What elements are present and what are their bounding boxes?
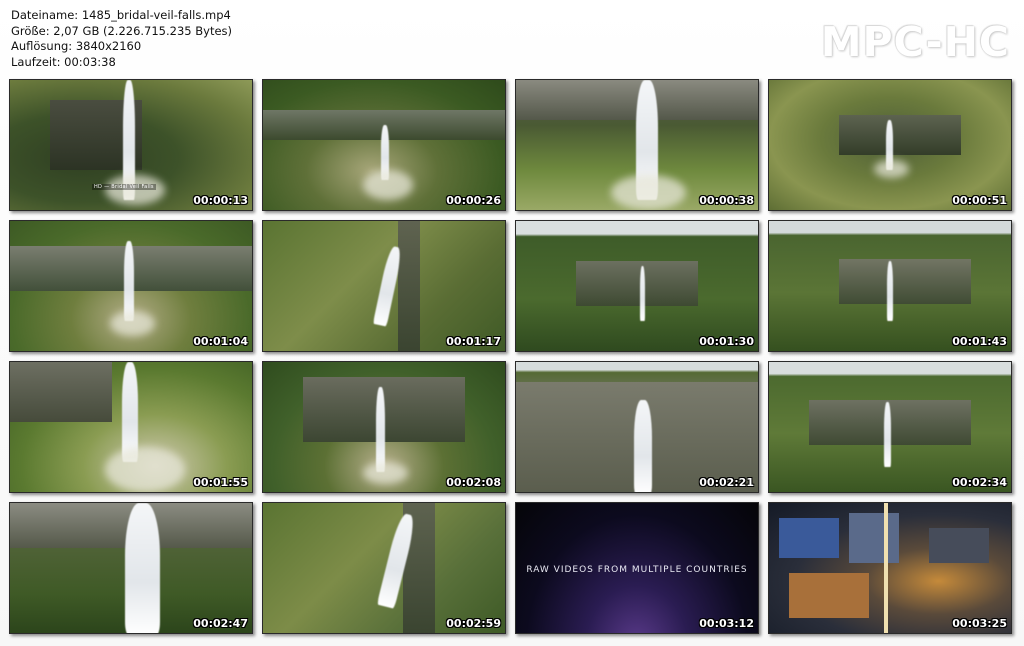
- timestamp: 00:01:17: [446, 335, 501, 348]
- thumbnail-image: [516, 362, 758, 492]
- thumbnail-4[interactable]: 00:01:04: [9, 220, 253, 352]
- thumbnail-image: [516, 221, 758, 351]
- thumbnail-9[interactable]: 00:02:08: [262, 361, 506, 493]
- thumbnail-15[interactable]: 00:03:25: [768, 502, 1012, 634]
- thumbnail-5[interactable]: 00:01:17: [262, 220, 506, 352]
- thumbnail-image: [769, 80, 1011, 210]
- thumbnail-2[interactable]: 00:00:38: [515, 79, 759, 211]
- mpc-hc-logo: MPC-HC: [820, 18, 1010, 66]
- thumbnail-14[interactable]: RAW VIDEOS FROM MULTIPLE COUNTRIES 00:03…: [515, 502, 759, 634]
- thumbnail-12[interactable]: 00:02:47: [9, 502, 253, 634]
- thumbnail-8[interactable]: 00:01:55: [9, 361, 253, 493]
- thumbnail-image: RAW VIDEOS FROM MULTIPLE COUNTRIES: [516, 503, 758, 633]
- timestamp: 00:00:13: [193, 194, 248, 207]
- timestamp: 00:02:08: [446, 476, 501, 489]
- timestamp: 00:01:55: [193, 476, 248, 489]
- thumbnail-6[interactable]: 00:01:30: [515, 220, 759, 352]
- timestamp: 00:01:43: [952, 335, 1007, 348]
- timestamp: 00:00:38: [699, 194, 754, 207]
- filesize-text: Größe: 2,07 GB (2.226.715.235 Bytes): [11, 23, 233, 38]
- timestamp: 00:02:47: [193, 617, 248, 630]
- thumbnail-3[interactable]: 00:00:51: [768, 79, 1012, 211]
- thumbnail-image: [10, 221, 252, 351]
- thumbnail-11[interactable]: 00:02:34: [768, 361, 1012, 493]
- timestamp: 00:02:34: [952, 476, 1007, 489]
- thumbnail-image: [263, 221, 505, 351]
- thumbnail-image: [516, 80, 758, 210]
- thumbnail-image: [769, 503, 1011, 633]
- thumbnail-image: [769, 221, 1011, 351]
- thumbnail-image: [263, 503, 505, 633]
- timestamp: 00:02:21: [699, 476, 754, 489]
- timestamp: 00:00:51: [952, 194, 1007, 207]
- thumbnail-image: [263, 80, 505, 210]
- thumbnail-image: [10, 362, 252, 492]
- thumbnail-13[interactable]: 00:02:59: [262, 502, 506, 634]
- resolution-text: Auflösung: 3840x2160: [11, 39, 142, 54]
- thumbnail-image: [769, 362, 1011, 492]
- thumbnail-10[interactable]: 00:02:21: [515, 361, 759, 493]
- timestamp: 00:03:25: [952, 617, 1007, 630]
- thumbnail-image: [263, 362, 505, 492]
- title-card-caption: RAW VIDEOS FROM MULTIPLE COUNTRIES: [526, 565, 748, 575]
- thumbnail-1[interactable]: 00:00:26: [262, 79, 506, 211]
- timestamp: 00:01:04: [193, 335, 248, 348]
- timestamp: 00:03:12: [699, 617, 754, 630]
- timestamp: 00:01:30: [699, 335, 754, 348]
- thumbnail-0[interactable]: HD — Bridal Veil Falls 00:00:13: [9, 79, 253, 211]
- file-info: Dateiname: 1485_bridal-veil-falls.mp4 Gr…: [11, 8, 232, 70]
- timestamp: 00:02:59: [446, 617, 501, 630]
- video-caption: HD — Bridal Veil Falls: [92, 184, 156, 190]
- duration-text: Laufzeit: 00:03:38: [11, 54, 116, 69]
- thumbnail-7[interactable]: 00:01:43: [768, 220, 1012, 352]
- filename-text: Dateiname: 1485_bridal-veil-falls.mp4: [11, 8, 231, 22]
- thumbnail-image: HD — Bridal Veil Falls: [10, 80, 252, 210]
- thumbnail-image: [10, 503, 252, 633]
- timestamp: 00:00:26: [446, 194, 501, 207]
